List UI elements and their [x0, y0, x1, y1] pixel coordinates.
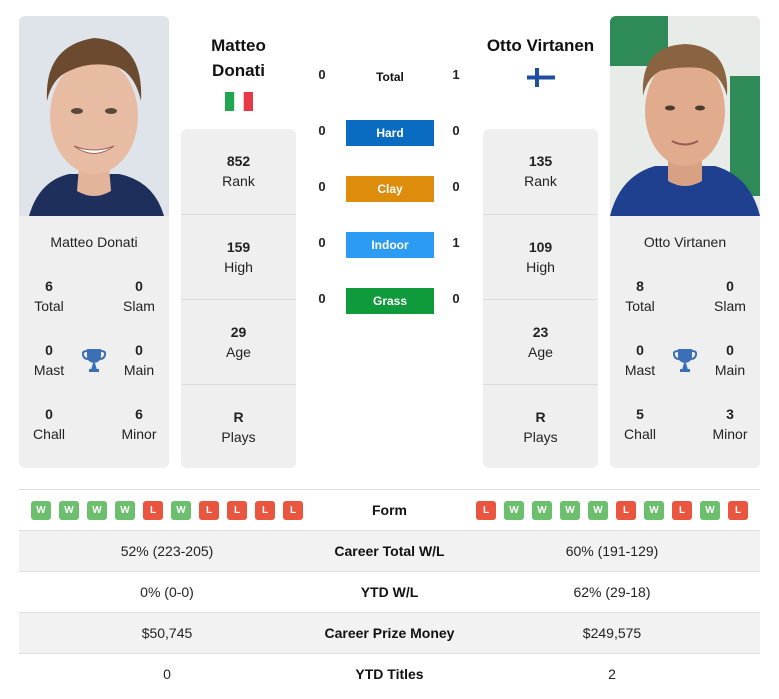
- ytd-titles-p2: 2: [608, 666, 616, 682]
- form-loss-badge[interactable]: L: [199, 500, 219, 520]
- form-win-badge[interactable]: W: [588, 500, 608, 520]
- player1-titles-main: 0 Main: [123, 342, 155, 378]
- form-win-badge[interactable]: W: [504, 500, 524, 520]
- h2h-clay-p1: 0: [318, 179, 326, 194]
- surface-grass-button[interactable]: Grass: [346, 288, 434, 314]
- player1-titles-minor: 6 Minor: [121, 406, 157, 442]
- trophy-icon: [81, 347, 107, 373]
- player1-card-name: Matteo Donati: [50, 234, 138, 250]
- ytd-titles-p1: 0: [163, 666, 171, 682]
- player2-titles-total: 8 Total: [625, 278, 655, 314]
- player2-form: LWWWWLWLWL: [464, 500, 760, 520]
- form-win-badge[interactable]: W: [644, 500, 664, 520]
- player2-rank: 135 Rank: [524, 153, 557, 189]
- h2h-hard-p2: 0: [452, 123, 460, 138]
- trophy-icon: [672, 347, 698, 373]
- ytd-wl-p1: 0% (0-0): [140, 584, 194, 600]
- ytd-wl-label: YTD W/L: [360, 584, 419, 600]
- career-wl-label: Career Total W/L: [334, 543, 445, 559]
- comparison-table: WWWWLWLLLL Form LWWWWLWLWL 52% (223-205)…: [19, 489, 760, 694]
- player2-titles-mast: 0 Mast: [624, 342, 656, 378]
- player2-stats: 135 Rank 109 High 23 Age R Plays: [483, 129, 598, 468]
- form-loss-badge[interactable]: L: [476, 500, 496, 520]
- finland-flag-icon: [527, 68, 555, 92]
- form-win-badge[interactable]: W: [532, 500, 552, 520]
- player1-titles-card: Matteo Donati 6 Total 0 Slam 0 Mast 0 Ma…: [19, 216, 169, 468]
- form-row: WWWWLWLLLL Form LWWWWLWLWL: [19, 489, 760, 530]
- form-loss-badge[interactable]: L: [283, 500, 303, 520]
- h2h-grass-p2: 0: [452, 291, 460, 306]
- player1-titles-total: 6 Total: [34, 278, 64, 314]
- ytd-wl-p2: 62% (29-18): [573, 584, 651, 600]
- table-row: 52% (223-205) Career Total W/L 60% (191-…: [19, 530, 760, 571]
- table-row: $50,745 Career Prize Money $249,575: [19, 612, 760, 653]
- h2h-clay-p2: 0: [452, 179, 460, 194]
- player1-titles-slam: 0 Slam: [123, 278, 155, 314]
- player2-age: 23 Age: [483, 299, 598, 384]
- h2h-hard-p1: 0: [318, 123, 326, 138]
- h2h-total-p2: 1: [452, 67, 460, 82]
- form-win-badge[interactable]: W: [87, 500, 107, 520]
- form-loss-badge[interactable]: L: [672, 500, 692, 520]
- player1-high: 159 High: [181, 214, 296, 299]
- form-win-badge[interactable]: W: [700, 500, 720, 520]
- form-loss-badge[interactable]: L: [227, 500, 247, 520]
- table-row: 0 YTD Titles 2: [19, 653, 760, 694]
- player2-titles-minor: 3 Minor: [712, 406, 748, 442]
- form-loss-badge[interactable]: L: [728, 500, 748, 520]
- player2-titles-main: 0 Main: [714, 342, 746, 378]
- player2-titles-chall: 5 Chall: [624, 406, 656, 442]
- career-wl-p2: 60% (191-129): [565, 543, 659, 559]
- player1-rank: 852 Rank: [222, 153, 255, 189]
- h2h-total-label: Total: [376, 70, 404, 84]
- player1-plays: R Plays: [181, 384, 296, 469]
- form-win-badge[interactable]: W: [171, 500, 191, 520]
- prize-money-p2: $249,575: [582, 625, 642, 641]
- form-loss-badge[interactable]: L: [255, 500, 275, 520]
- player1-titles-chall: 0 Chall: [33, 406, 65, 442]
- form-win-badge[interactable]: W: [115, 500, 135, 520]
- form-win-badge[interactable]: W: [59, 500, 79, 520]
- h2h-indoor-p2: 1: [452, 235, 460, 250]
- prize-money-p1: $50,745: [141, 625, 193, 641]
- player1-form-badges: WWWWLWLLLL: [19, 500, 315, 520]
- surface-clay-button[interactable]: Clay: [346, 176, 434, 202]
- player2-form-badges: LWWWWLWLWL: [464, 500, 760, 520]
- player2-high: 109 High: [483, 214, 598, 299]
- prize-money-label: Career Prize Money: [324, 625, 455, 641]
- career-wl-p1: 52% (223-205): [120, 543, 214, 559]
- h2h-grass-p1: 0: [318, 291, 326, 306]
- player1-titles-mast: 0 Mast: [33, 342, 65, 378]
- form-label: Form: [372, 502, 407, 518]
- form-win-badge[interactable]: W: [560, 500, 580, 520]
- italy-flag-icon: [225, 92, 253, 116]
- player2-name-heading[interactable]: Otto Virtanen: [473, 33, 608, 58]
- h2h-total-p1: 0: [318, 67, 326, 82]
- player1-form: WWWWLWLLLL: [19, 500, 315, 520]
- form-loss-badge[interactable]: L: [616, 500, 636, 520]
- player2-titles-slam: 0 Slam: [714, 278, 746, 314]
- player2-card-name: Otto Virtanen: [643, 234, 727, 250]
- player1-photo: [19, 16, 169, 216]
- player2-photo: [610, 16, 760, 216]
- player1-stats: 852 Rank 159 High 29 Age R Plays: [181, 129, 296, 468]
- form-loss-badge[interactable]: L: [143, 500, 163, 520]
- surface-hard-button[interactable]: Hard: [346, 120, 434, 146]
- player1-age: 29 Age: [181, 299, 296, 384]
- h2h-indoor-p1: 0: [318, 235, 326, 250]
- player2-titles-card: Otto Virtanen 8 Total 0 Slam 0 Mast 0 Ma…: [610, 216, 760, 468]
- form-win-badge[interactable]: W: [31, 500, 51, 520]
- player1-name-heading[interactable]: Matteo Donati: [181, 33, 296, 83]
- ytd-titles-label: YTD Titles: [355, 666, 424, 682]
- surface-indoor-button[interactable]: Indoor: [346, 232, 434, 258]
- player2-plays: R Plays: [483, 384, 598, 469]
- table-row: 0% (0-0) YTD W/L 62% (29-18): [19, 571, 760, 612]
